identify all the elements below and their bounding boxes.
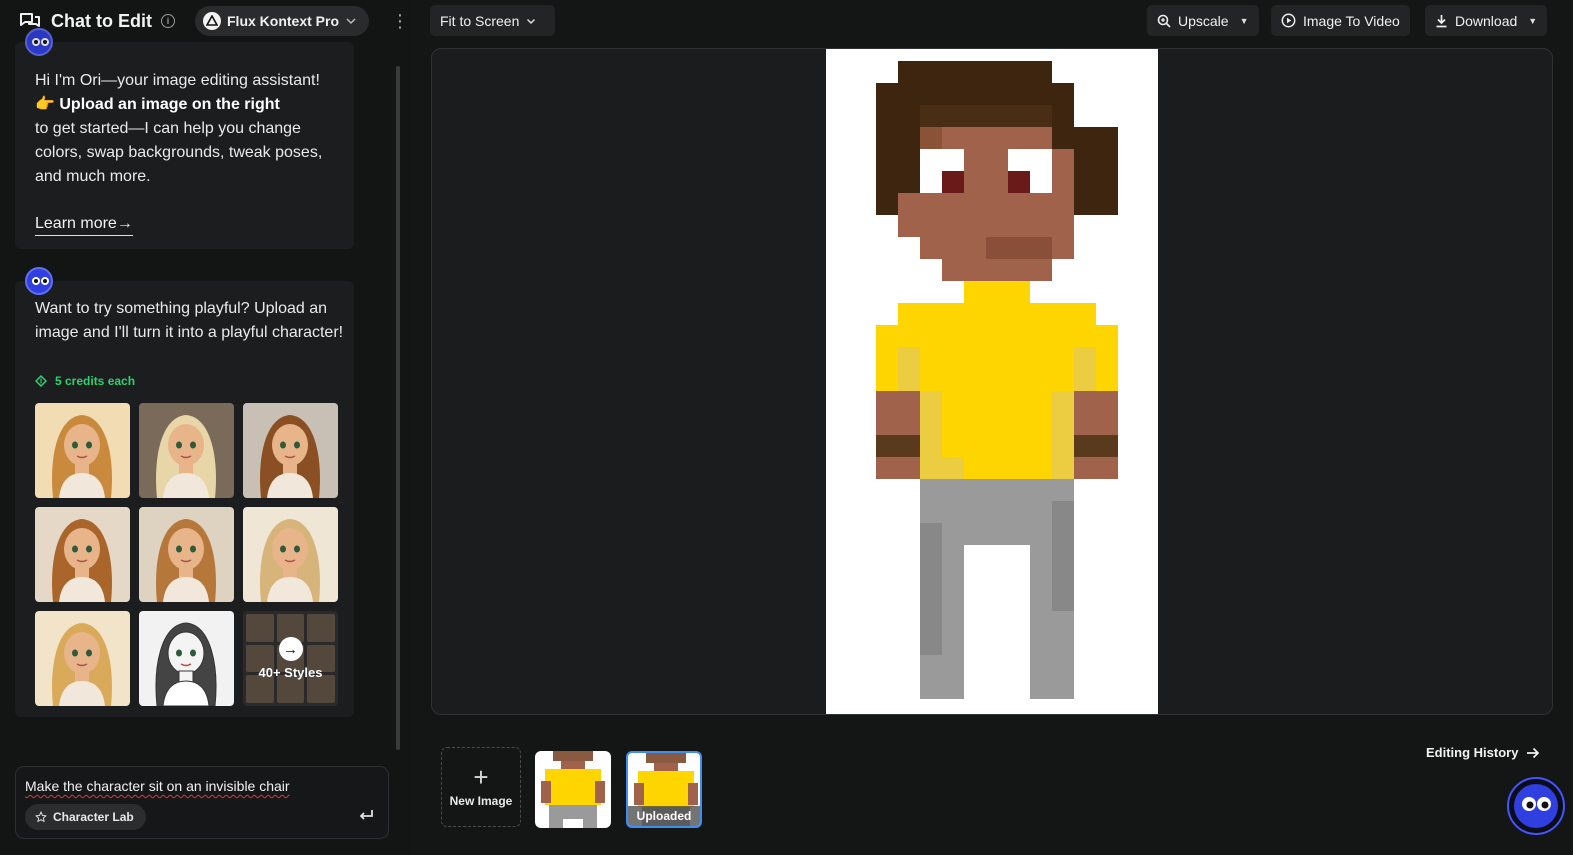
caret-down-icon: ▼ — [1239, 15, 1249, 26]
editing-history-link[interactable]: Editing History — [1426, 745, 1540, 760]
assistant-message-intro: Hi I'm Ori—your image editing assistant!… — [15, 28, 354, 249]
assistant-face-icon — [1514, 784, 1558, 828]
avatar-eye — [41, 38, 49, 46]
cartoon-girl-style-7 — [52, 623, 112, 706]
chevron-down-icon — [527, 18, 536, 24]
new-image-button[interactable]: + New Image — [441, 747, 521, 827]
history-thumbnail[interactable] — [535, 751, 611, 828]
avatar-eye — [32, 277, 40, 285]
chat-scrollbar[interactable] — [396, 66, 400, 750]
style-thumbnail[interactable] — [243, 403, 338, 498]
more-styles-overlay: → 40+ Styles — [243, 611, 338, 706]
style-thumbnail[interactable] — [35, 403, 130, 498]
arrow-right-icon: → — [116, 215, 133, 232]
more-styles-label: 40+ Styles — [258, 665, 323, 680]
thumbnail-character-art — [541, 751, 605, 828]
fit-label: Fit to Screen — [440, 12, 520, 29]
zoom-in-icon — [1157, 14, 1171, 28]
caret-down-icon: ▼ — [1528, 15, 1538, 26]
enter-icon[interactable] — [358, 809, 374, 823]
info-icon[interactable]: i — [161, 14, 175, 28]
style-thumbnail[interactable] — [139, 611, 234, 706]
credits-badge: 5 credits each — [35, 374, 135, 388]
style-thumbnail[interactable] — [139, 403, 234, 498]
chat-input-box: Make the character sit on an invisible c… — [15, 766, 389, 839]
pointing-hand-icon: 👉 — [35, 96, 55, 113]
image-canvas[interactable] — [431, 48, 1553, 715]
intro-line: Hi I'm Ori—your image editing assistant! — [35, 72, 320, 89]
cartoon-girl-style-4 — [52, 519, 112, 602]
editing-history-label: Editing History — [1426, 745, 1519, 760]
credits-label: 5 credits each — [55, 374, 136, 388]
pixel-character-art — [876, 61, 1118, 699]
avatar-eye — [32, 38, 40, 46]
image-to-video-label: Image To Video — [1303, 12, 1400, 29]
download-icon — [1436, 14, 1447, 27]
new-image-label: New Image — [449, 794, 513, 808]
style-thumbnail[interactable] — [243, 507, 338, 602]
plus-icon: + — [473, 762, 489, 792]
pixel-character-image — [826, 49, 1158, 714]
sketch-girl-style-8 — [155, 622, 217, 706]
intro-text: Hi I'm Ori—your image editing assistant!… — [35, 69, 345, 189]
upload-hint: 👉 Upload an image on the right — [35, 93, 345, 117]
image-to-video-button[interactable]: Image To Video — [1271, 5, 1410, 36]
assistant-message-styles: Want to try something playful? Upload an… — [15, 267, 354, 717]
chibi-girl-style-5 — [156, 519, 216, 602]
uploaded-tag: Uploaded — [628, 806, 700, 826]
photo-girl-waving-style-2 — [156, 415, 216, 498]
learn-more-link[interactable]: Learn more→ — [35, 215, 133, 236]
style-thumbnail[interactable] — [139, 507, 234, 602]
model-name: Flux Kontext Pro — [227, 13, 340, 29]
diamond-icon — [35, 375, 47, 387]
app: Chat to Edit i Flux Kontext Pro ⋮ Hi I'm… — [0, 0, 1573, 855]
style-thumbnail[interactable] — [35, 507, 130, 602]
assistant-avatar — [25, 28, 53, 56]
chat-panel: Chat to Edit i Flux Kontext Pro ⋮ Hi I'm… — [0, 0, 410, 855]
chat-header: Chat to Edit i Flux Kontext Pro ⋮ — [0, 0, 410, 42]
arrow-right-icon — [1527, 747, 1540, 758]
style-thumbnail[interactable] — [35, 611, 130, 706]
more-options-icon[interactable]: ⋮ — [391, 12, 409, 30]
avatar-eye — [41, 277, 49, 285]
cartoon-girl-style-1 — [52, 415, 112, 498]
page-title: Chat to Edit — [51, 10, 152, 31]
more-styles-button[interactable]: → 40+ Styles — [243, 611, 338, 706]
assistant-fab-button[interactable] — [1507, 777, 1565, 835]
chat-input[interactable]: Make the character sit on an invisible c… — [25, 778, 290, 794]
character-lab-label: Character Lab — [53, 810, 134, 824]
upscale-dropdown[interactable]: Upscale ▼ — [1147, 5, 1259, 36]
flux-logo-icon — [203, 12, 221, 30]
upscale-label: Upscale — [1178, 12, 1229, 29]
style-grid: → 40+ Styles — [35, 403, 338, 706]
download-label: Download — [1455, 12, 1518, 29]
arrow-right-circle-icon: → — [278, 637, 303, 661]
chevron-down-icon — [346, 18, 356, 25]
styles-message-text: Want to try something playful? Upload an… — [35, 300, 344, 341]
upload-hint-bold: Upload an image on the right — [59, 96, 280, 113]
cartoon-girl-style-3 — [260, 415, 320, 498]
learn-more-label: Learn more — [35, 215, 117, 232]
star-icon — [35, 811, 47, 822]
fit-to-screen-dropdown[interactable]: Fit to Screen — [430, 5, 555, 36]
play-circle-icon — [1281, 13, 1296, 28]
anime-girl-style-6 — [260, 519, 320, 602]
intro-body: to get started—I can help you change col… — [35, 120, 323, 185]
character-lab-chip[interactable]: Character Lab — [25, 804, 146, 830]
download-dropdown[interactable]: Download ▼ — [1425, 5, 1548, 36]
history-thumbnail-selected[interactable]: Uploaded — [626, 751, 702, 828]
assistant-avatar — [25, 267, 53, 295]
model-selector[interactable]: Flux Kontext Pro — [195, 6, 370, 36]
